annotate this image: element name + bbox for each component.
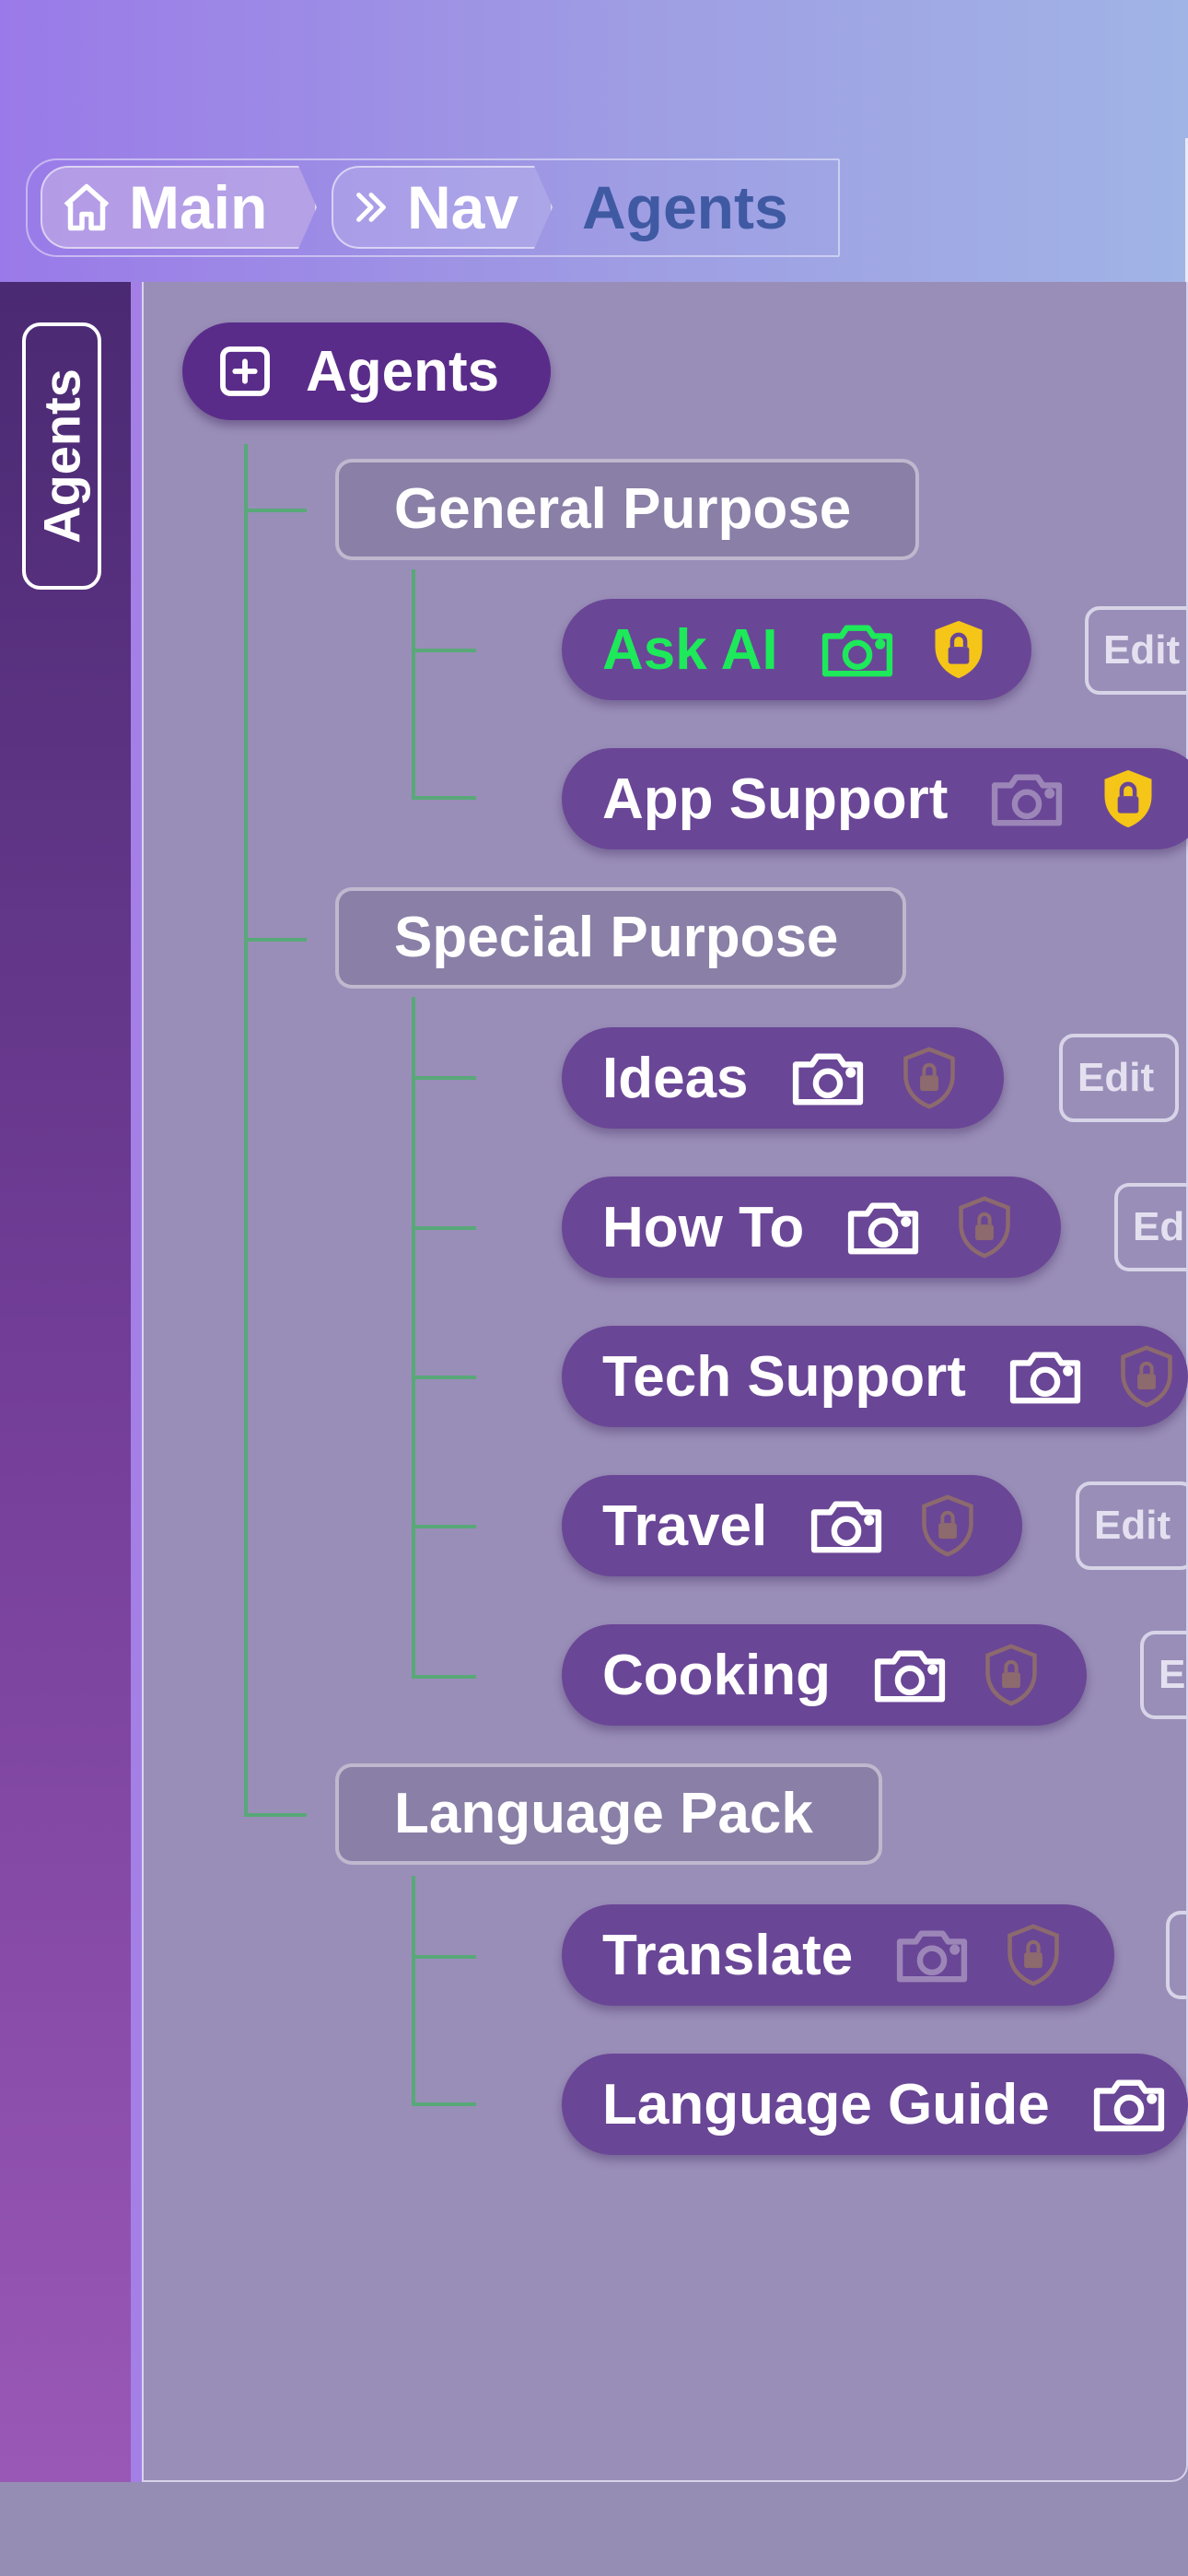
group-special-purpose[interactable]: Special Purpose: [335, 887, 906, 989]
tree-line-group: [412, 1876, 415, 2106]
edit-button[interactable]: Ed: [1114, 1183, 1188, 1271]
lock-shield-icon[interactable]: [984, 1644, 1039, 1706]
agent-travel[interactable]: Travel: [562, 1475, 1022, 1576]
sidebar-tab-label: Agents: [32, 369, 91, 544]
camera-icon[interactable]: [808, 1496, 885, 1555]
breadcrumb-item-nav[interactable]: Nav: [332, 166, 553, 249]
edit-button[interactable]: [1166, 1911, 1188, 1999]
sidebar-tab-agents[interactable]: Agents: [22, 322, 101, 590]
agent-app-support[interactable]: App Support: [562, 748, 1188, 849]
agent-ideas[interactable]: Ideas: [562, 1027, 1004, 1129]
lock-shield-icon[interactable]: [1006, 1924, 1061, 1986]
agent-how-to[interactable]: How To: [562, 1177, 1061, 1278]
breadcrumb-label: Nav: [407, 173, 519, 241]
agent-ask-ai[interactable]: Ask AI: [562, 599, 1031, 700]
agent-label: Tech Support: [602, 1344, 966, 1409]
camera-icon[interactable]: [819, 620, 896, 679]
lock-shield-icon[interactable]: [1119, 1345, 1174, 1408]
agents-root-label: Agents: [306, 339, 500, 404]
tree-branch: [246, 1813, 307, 1817]
agent-translate[interactable]: Translate: [562, 1904, 1114, 2006]
tree-branch: [413, 1675, 476, 1679]
edit-button[interactable]: Edit: [1085, 606, 1188, 695]
edit-button[interactable]: E: [1140, 1631, 1188, 1719]
lock-shield-icon[interactable]: [1101, 767, 1156, 830]
agent-label: How To: [602, 1195, 805, 1259]
tree-line-group: [412, 997, 415, 1679]
tree-branch: [413, 1376, 476, 1379]
tree-line-root: [244, 444, 248, 1817]
agent-cooking[interactable]: Cooking: [562, 1624, 1087, 1726]
camera-icon[interactable]: [871, 1645, 949, 1704]
tree-branch: [413, 649, 476, 652]
breadcrumb-item-main[interactable]: Main: [41, 166, 317, 249]
agent-tech-support[interactable]: Tech Support: [562, 1326, 1188, 1427]
tree-branch: [413, 1955, 476, 1959]
agent-label: Ideas: [602, 1046, 749, 1110]
group-general-purpose[interactable]: General Purpose: [335, 459, 919, 560]
tree-branch: [413, 796, 476, 800]
tree-branch: [246, 509, 307, 512]
tree-line-group: [412, 569, 415, 800]
camera-icon[interactable]: [988, 769, 1066, 828]
sidebar: [0, 282, 131, 2482]
agent-label: Translate: [602, 1923, 854, 1987]
agent-label: App Support: [602, 767, 949, 831]
agent-label: Travel: [602, 1493, 768, 1558]
agent-label: Ask AI: [602, 617, 778, 682]
sidebar-edge: [131, 282, 142, 2482]
lock-shield-icon[interactable]: [902, 1047, 957, 1109]
agents-root-button[interactable]: Agents: [182, 322, 551, 420]
lock-shield-icon[interactable]: [920, 1494, 975, 1557]
camera-icon[interactable]: [1090, 2075, 1168, 2134]
tree-branch: [413, 1076, 476, 1080]
tree-branch: [246, 938, 307, 942]
agent-language-guide[interactable]: Language Guide: [562, 2054, 1188, 2155]
camera-icon[interactable]: [1007, 1347, 1084, 1406]
agent-label: Cooking: [602, 1643, 831, 1707]
breadcrumb-current: Agents: [582, 173, 788, 241]
camera-icon[interactable]: [844, 1198, 922, 1257]
edit-button[interactable]: Edit: [1059, 1034, 1179, 1122]
camera-icon[interactable]: [789, 1048, 867, 1107]
tree-branch: [413, 1226, 476, 1230]
footer-strip: [0, 2482, 1188, 2576]
breadcrumb-label: Main: [129, 173, 268, 241]
camera-icon[interactable]: [893, 1926, 971, 1985]
double-chevron-right-icon: [356, 193, 386, 222]
home-icon: [64, 183, 110, 231]
tree-branch: [413, 2102, 476, 2106]
group-language-pack[interactable]: Language Pack: [335, 1763, 882, 1865]
lock-shield-icon[interactable]: [957, 1196, 1012, 1259]
lock-shield-icon[interactable]: [931, 618, 986, 681]
edit-button[interactable]: Edit: [1076, 1481, 1188, 1570]
plus-square-icon: [220, 346, 270, 396]
agent-label: Language Guide: [602, 2072, 1050, 2137]
tree-branch: [413, 1525, 476, 1528]
